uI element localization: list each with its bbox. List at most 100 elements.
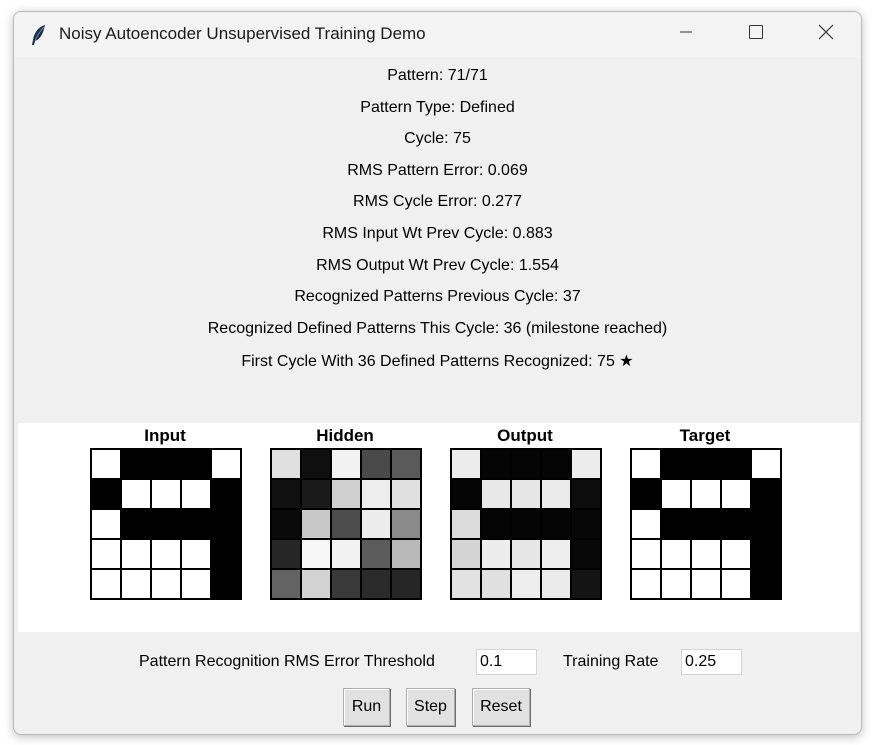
grid-cell — [541, 539, 571, 569]
target-grid-title: Target — [679, 426, 731, 445]
grid-cell — [301, 509, 331, 539]
hidden-grid — [270, 448, 422, 600]
rms-cycle-error-label: RMS Cycle Error: 0.277 — [353, 193, 522, 210]
grid-cell — [481, 479, 511, 509]
output-grid — [450, 448, 602, 600]
grid-cell — [331, 539, 361, 569]
grid-cell — [121, 509, 151, 539]
grid-cell — [481, 539, 511, 569]
grid-cell — [631, 509, 661, 539]
grid-cell — [511, 449, 541, 479]
settings-row: Pattern Recognition RMS Error Threshold … — [14, 648, 861, 678]
grid-cell — [631, 449, 661, 479]
grid-cell — [301, 539, 331, 569]
grid-cell — [271, 569, 301, 599]
grid-cell — [451, 569, 481, 599]
grid-cell — [271, 509, 301, 539]
grid-cell — [121, 539, 151, 569]
grid-cell — [121, 569, 151, 599]
threshold-input[interactable] — [476, 649, 537, 675]
grid-cell — [451, 479, 481, 509]
grid-cell — [121, 449, 151, 479]
grid-cell — [571, 449, 601, 479]
close-button[interactable] — [791, 12, 861, 57]
threshold-label: Pattern Recognition RMS Error Threshold — [139, 653, 435, 670]
grid-cell — [691, 509, 721, 539]
grid-cell — [511, 479, 541, 509]
grid-cell — [271, 449, 301, 479]
step-button[interactable]: Step — [406, 688, 455, 726]
grid-cell — [91, 539, 121, 569]
pattern-type-label: Pattern Type: Defined — [360, 99, 515, 116]
grid-cell — [631, 479, 661, 509]
grid-cell — [691, 569, 721, 599]
minimize-icon — [678, 24, 694, 45]
grid-cell — [211, 479, 241, 509]
app-window: Noisy Autoencoder Unsupervised Training … — [13, 11, 862, 735]
training-rate-label: Training Rate — [563, 653, 659, 670]
title-bar[interactable]: Noisy Autoencoder Unsupervised Training … — [14, 12, 861, 57]
grid-cell — [121, 479, 151, 509]
grid-cell — [181, 449, 211, 479]
grid-cell — [751, 479, 781, 509]
grid-cell — [721, 569, 751, 599]
grid-cell — [181, 539, 211, 569]
grid-cell — [181, 509, 211, 539]
grid-cell — [661, 569, 691, 599]
grid-cell — [691, 449, 721, 479]
minimize-button[interactable] — [651, 12, 721, 57]
feather-icon — [30, 24, 48, 45]
grid-cell — [331, 479, 361, 509]
grid-cell — [751, 449, 781, 479]
grid-cell — [571, 569, 601, 599]
hidden-grid-title: Hidden — [316, 426, 374, 445]
grid-cell — [721, 509, 751, 539]
grid-cell — [151, 479, 181, 509]
grid-cell — [361, 509, 391, 539]
rms-input-wt-label: RMS Input Wt Prev Cycle: 0.883 — [322, 225, 553, 242]
first-cycle-milestone-label: First Cycle With 36 Defined Patterns Rec… — [241, 353, 634, 370]
grid-cell — [571, 509, 601, 539]
grid-cell — [151, 449, 181, 479]
grid-cell — [541, 449, 571, 479]
grid-cell — [541, 509, 571, 539]
grid-cell — [511, 539, 541, 569]
grid-cell — [721, 479, 751, 509]
cycle-label: Cycle: 75 — [404, 130, 471, 147]
grid-cell — [301, 479, 331, 509]
grid-cell — [391, 449, 421, 479]
grid-cell — [151, 569, 181, 599]
grid-cell — [211, 569, 241, 599]
maximize-icon — [748, 24, 764, 45]
input-grid — [90, 448, 242, 600]
close-icon — [818, 24, 834, 45]
grid-cell — [691, 479, 721, 509]
recognized-prev-cycle-label: Recognized Patterns Previous Cycle: 37 — [294, 288, 581, 305]
grid-cell — [751, 569, 781, 599]
grid-cell — [151, 539, 181, 569]
grid-cell — [91, 449, 121, 479]
grid-cell — [91, 509, 121, 539]
grid-cell — [271, 539, 301, 569]
reset-button[interactable]: Reset — [472, 688, 530, 726]
grid-cell — [301, 449, 331, 479]
training-rate-input[interactable] — [681, 649, 742, 675]
rms-output-wt-label: RMS Output Wt Prev Cycle: 1.554 — [316, 257, 559, 274]
grid-cell — [151, 509, 181, 539]
grid-cell — [751, 509, 781, 539]
grid-cell — [361, 449, 391, 479]
grid-cell — [391, 569, 421, 599]
pattern-label: Pattern: 71/71 — [387, 67, 488, 84]
grid-cell — [571, 479, 601, 509]
input-grid-title: Input — [144, 426, 186, 445]
grid-cell — [691, 539, 721, 569]
grid-cell — [301, 569, 331, 599]
recognized-this-cycle-label: Recognized Defined Patterns This Cycle: … — [207, 320, 668, 337]
maximize-button[interactable] — [721, 12, 791, 57]
grid-cell — [661, 539, 691, 569]
grid-cell — [391, 509, 421, 539]
grid-cell — [181, 569, 211, 599]
grid-cell — [661, 449, 691, 479]
run-button[interactable]: Run — [343, 688, 390, 726]
grid-cell — [721, 449, 751, 479]
